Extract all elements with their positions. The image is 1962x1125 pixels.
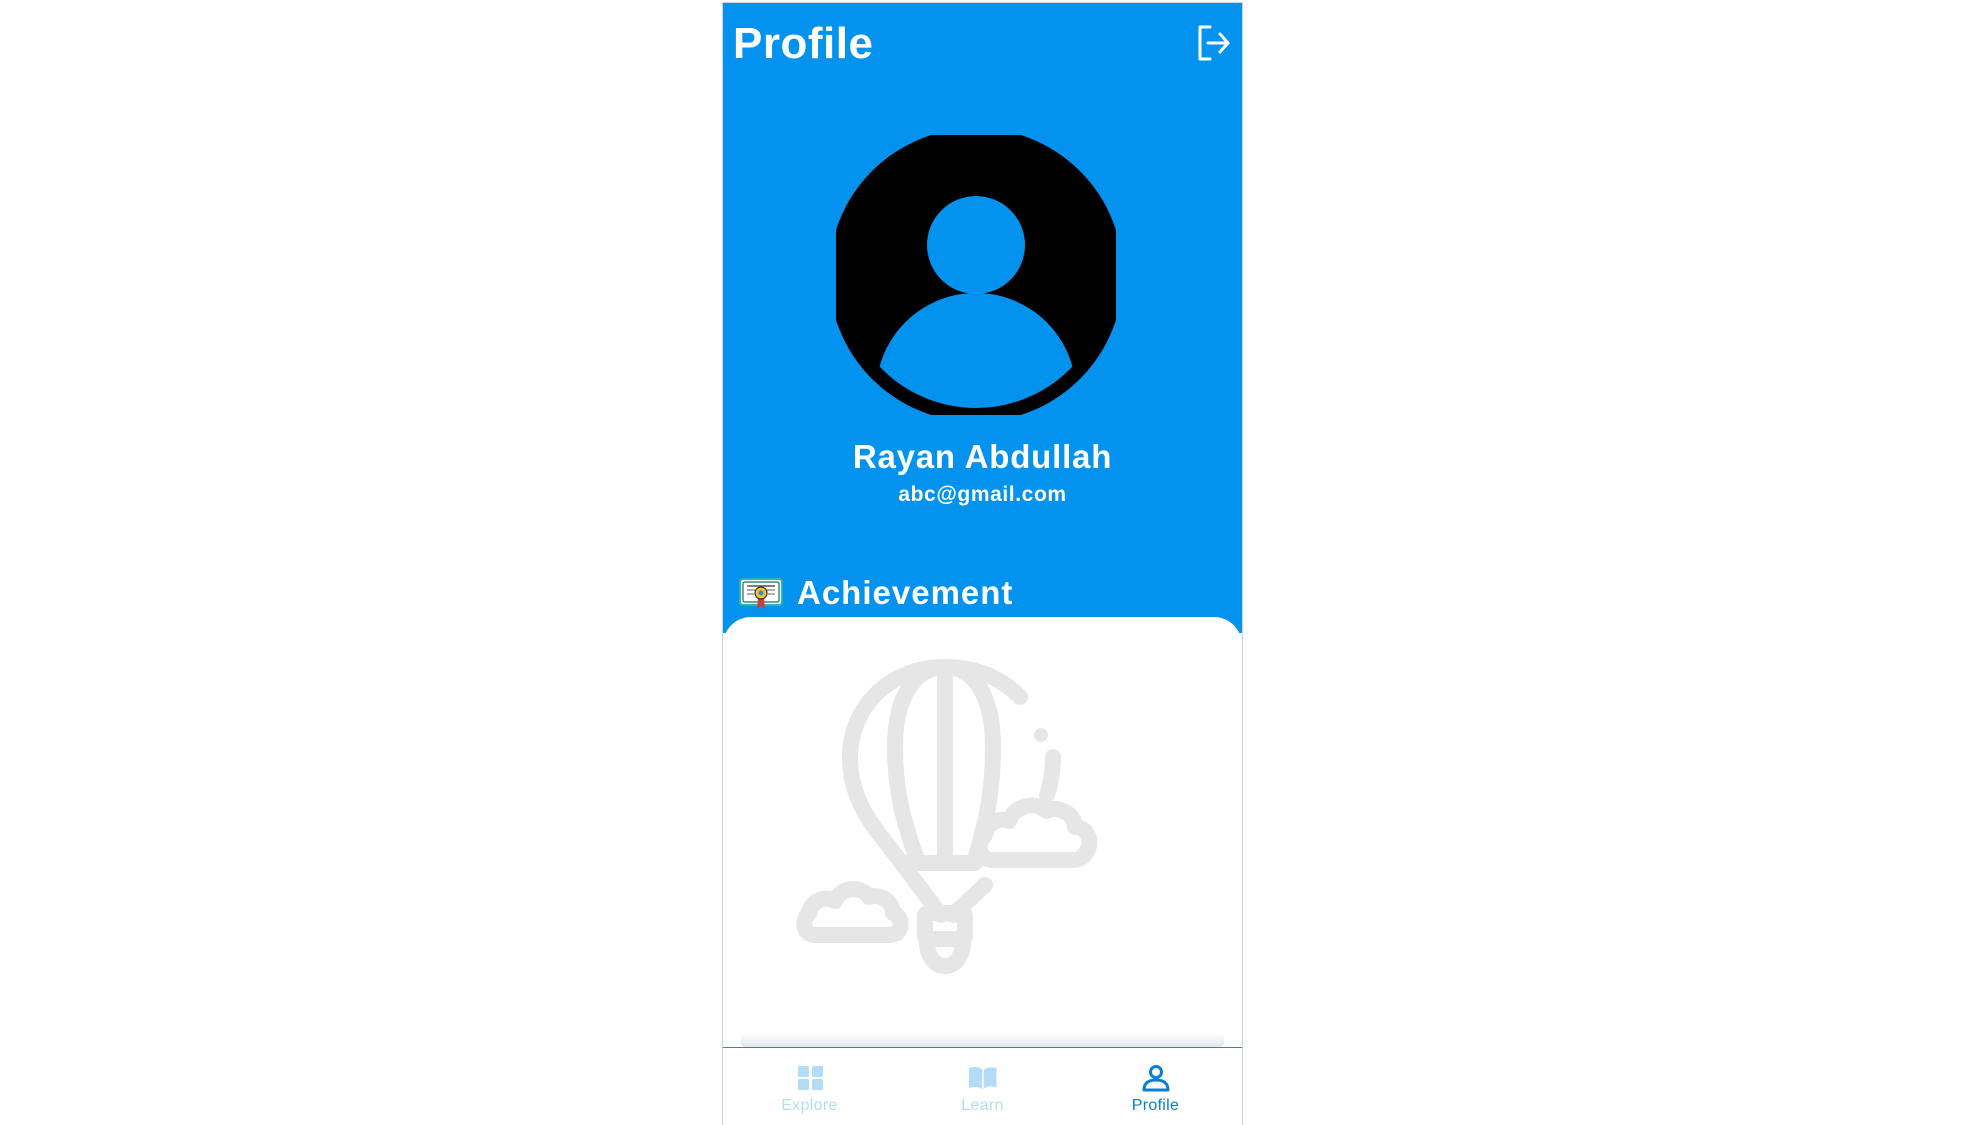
certificate-icon (739, 578, 783, 609)
user-email: abc@gmail.com (898, 483, 1067, 506)
content-divider (741, 1033, 1224, 1047)
logout-icon (1198, 25, 1230, 61)
nav-item-explore[interactable]: Explore (723, 1048, 896, 1125)
nav-label-explore: Explore (781, 1097, 838, 1114)
user-name: Rayan Abdullah (852, 438, 1113, 475)
achievement-title: Achievement (797, 574, 1014, 611)
nav-item-profile[interactable]: Profile (1069, 1048, 1242, 1125)
page-title: Profile (733, 19, 874, 68)
phone-screen: Profile Rayan Abdullah abc@gmail.com Ach… (722, 2, 1243, 1125)
hot-air-balloon-icon (796, 659, 1098, 974)
nav-label-profile: Profile (1131, 1097, 1180, 1114)
logout-button[interactable] (1194, 21, 1234, 65)
book-icon (968, 1066, 997, 1092)
grid-icon (797, 1066, 823, 1090)
person-icon (1142, 1065, 1169, 1092)
profile-header: Profile Rayan Abdullah abc@gmail.com Ach… (723, 3, 1242, 633)
nav-item-learn[interactable]: Learn (896, 1048, 1069, 1125)
achievement-header: Achievement (739, 571, 1013, 615)
achievement-card (723, 617, 1242, 1047)
default-avatar-icon (829, 128, 1123, 422)
avatar[interactable] (829, 128, 1123, 422)
bottom-navigation: Explore Learn Profile (723, 1047, 1242, 1125)
nav-label-learn: Learn (961, 1097, 1004, 1114)
